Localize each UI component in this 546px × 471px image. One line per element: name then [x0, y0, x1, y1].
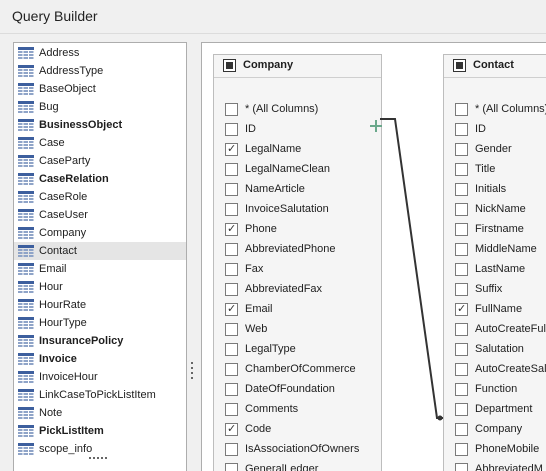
table-grid-icon [18, 353, 34, 365]
relation-link[interactable] [202, 43, 546, 471]
table-list-item-label: HourRate [39, 299, 87, 311]
table-grid-icon [18, 83, 34, 95]
table-grid-icon [18, 209, 34, 221]
table-grid-icon [18, 101, 34, 113]
table-grid-icon [18, 65, 34, 77]
table-list-item-label: CaseParty [39, 155, 91, 167]
table-list-item-label: Bug [39, 101, 59, 113]
table-grid-icon [18, 137, 34, 149]
table-list-item-label: InsurancePolicy [39, 335, 124, 347]
table-list-item[interactable]: Hour [14, 278, 186, 296]
table-list-item[interactable]: CaseRole [14, 188, 186, 206]
table-list-item-label: Case [39, 137, 65, 149]
table-list-item[interactable]: PickListItem [14, 422, 186, 440]
table-list-item-label: PickListItem [39, 425, 104, 437]
table-list-item-label: Hour [39, 281, 63, 293]
table-list-item-label: Contact [39, 245, 77, 257]
table-list-item-label: Address [39, 47, 80, 59]
table-list-item[interactable]: LinkCaseToPickListItem [14, 386, 186, 404]
table-list-item-label: CaseRole [39, 191, 88, 203]
table-list-item[interactable]: Company [14, 224, 186, 242]
table-list-item[interactable]: Contact [14, 242, 186, 260]
table-list-item[interactable]: InsurancePolicy [14, 332, 186, 350]
table-list-item-label: Note [39, 407, 63, 419]
table-list-item[interactable]: Case [14, 134, 186, 152]
table-grid-icon [18, 443, 34, 455]
table-list-item[interactable]: scope_info [14, 440, 186, 458]
title-divider [0, 33, 546, 34]
table-list-item[interactable]: HourRate [14, 296, 186, 314]
table-list-item-label: HourType [39, 317, 87, 329]
table-list-item-label: InvoiceHour [39, 371, 98, 383]
table-list-item-label: Email [39, 263, 67, 275]
table-list-item-label: BusinessObject [39, 119, 123, 131]
table-list-panel[interactable]: Address AddressType BaseObject Bug BusinessO… [13, 42, 187, 471]
table-grid-icon [18, 245, 34, 257]
table-grid-icon [18, 299, 34, 311]
table-list-item[interactable]: BusinessObject [14, 116, 186, 134]
table-list-item[interactable]: CaseRelation [14, 170, 186, 188]
table-grid-icon [18, 407, 34, 419]
table-grid-icon [18, 119, 34, 131]
horizontal-splitter-grip[interactable] [89, 457, 109, 460]
vertical-splitter-grip[interactable] [191, 362, 194, 380]
table-list-item[interactable]: CaseParty [14, 152, 186, 170]
table-list-item[interactable]: Bug [14, 98, 186, 116]
table-list-item[interactable]: Invoice [14, 350, 186, 368]
table-grid-icon [18, 281, 34, 293]
table-list-item-label: AddressType [39, 65, 104, 77]
table-list-item[interactable]: HourType [14, 314, 186, 332]
table-list-item-label: BaseObject [39, 83, 96, 95]
table-grid-icon [18, 191, 34, 203]
table-list-item[interactable]: Address [14, 44, 186, 62]
window-title: Query Builder [12, 8, 98, 24]
table-list-item[interactable]: AddressType [14, 62, 186, 80]
table-list-item-label: scope_info [39, 443, 93, 455]
relation-line[interactable] [380, 118, 443, 419]
table-list-item[interactable]: BaseObject [14, 80, 186, 98]
table-list-item-label: Invoice [39, 353, 77, 365]
table-grid-icon [18, 335, 34, 347]
table-list-item[interactable]: CaseUser [14, 206, 186, 224]
table-grid-icon [18, 227, 34, 239]
table-list-item-label: Company [39, 227, 87, 239]
table-list-item-label: CaseRelation [39, 173, 109, 185]
table-grid-icon [18, 173, 34, 185]
table-list-item[interactable]: Note [14, 404, 186, 422]
relation-endpoint-dot [437, 415, 443, 421]
table-list-item-label: CaseUser [39, 209, 88, 221]
table-grid-icon [18, 425, 34, 437]
table-grid-icon [18, 155, 34, 167]
table-list-item-label: LinkCaseToPickListItem [39, 389, 156, 401]
table-grid-icon [18, 47, 34, 59]
table-list-item[interactable]: Email [14, 260, 186, 278]
table-grid-icon [18, 371, 34, 383]
table-grid-icon [18, 317, 34, 329]
table-grid-icon [18, 263, 34, 275]
table-list-item[interactable]: InvoiceHour [14, 368, 186, 386]
window-title-bar: Query Builder [0, 0, 546, 33]
table-grid-icon [18, 389, 34, 401]
diagram-canvas[interactable]: Company * (All Columns) ID ✓ LegalName Legal… [201, 42, 546, 471]
